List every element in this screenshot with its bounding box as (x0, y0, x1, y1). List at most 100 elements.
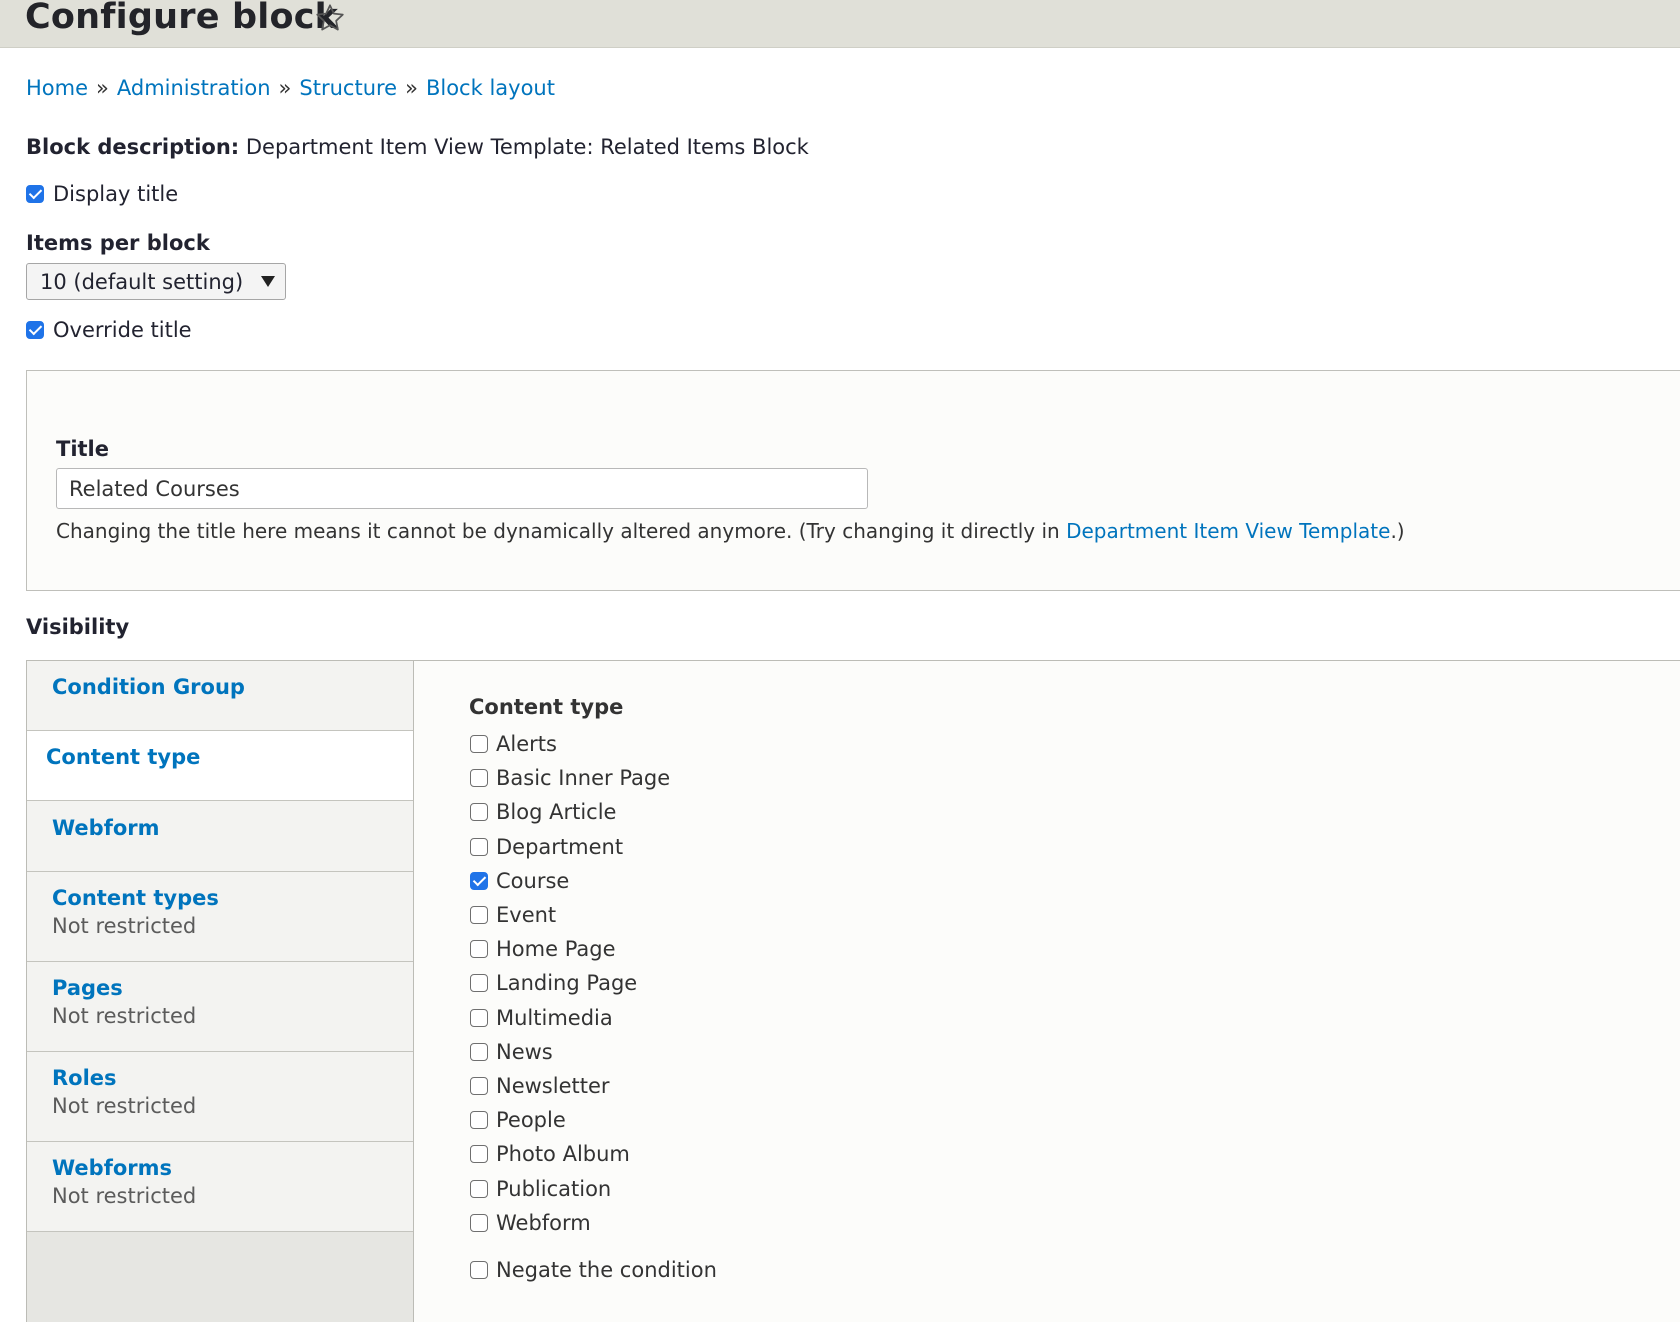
checkbox[interactable] (470, 974, 488, 993)
title-input-value: Related Courses (69, 476, 240, 501)
override-title-checkbox[interactable] (26, 321, 44, 339)
breadcrumb-separator: » (405, 76, 418, 100)
checkbox[interactable] (470, 735, 488, 754)
tab-title: Condition Group (52, 675, 245, 699)
content-type-options: Alerts Basic Inner Page Blog Article Dep… (470, 727, 670, 1240)
content-type-option[interactable]: Blog Article (470, 795, 670, 829)
checkbox[interactable] (470, 769, 488, 788)
content-type-option[interactable]: Basic Inner Page (470, 761, 670, 795)
tab-title: Content type (46, 745, 201, 769)
negate-condition-checkbox[interactable] (470, 1261, 488, 1279)
breadcrumb-administration[interactable]: Administration (117, 76, 271, 100)
checkbox[interactable] (470, 1042, 488, 1061)
tab-webforms[interactable]: Webforms Not restricted (27, 1142, 413, 1232)
option-label: News (496, 1039, 553, 1064)
tab-summary: Not restricted (52, 1004, 197, 1028)
display-title-option[interactable]: Display title (26, 182, 178, 206)
content-type-heading: Content type (469, 695, 624, 719)
help-text-link[interactable]: Department Item View Template (1066, 519, 1390, 543)
checkbox[interactable] (470, 837, 488, 856)
tab-webform[interactable]: Webform (27, 801, 413, 872)
breadcrumb-home[interactable]: Home (26, 76, 88, 100)
breadcrumb: Home » Administration » Structure » Block layo… (26, 76, 555, 100)
content-type-option[interactable]: Home Page (470, 932, 670, 966)
page-header: Configure block (0, 0, 1680, 48)
help-text-suffix: .) (1390, 519, 1405, 543)
tab-title: Pages (52, 976, 123, 1000)
checkbox[interactable] (470, 803, 488, 822)
title-help-text: Changing the title here means it cannot … (56, 519, 1405, 543)
block-description: Block description: Department Item View … (26, 135, 809, 159)
content-type-option[interactable]: Alerts (470, 727, 670, 761)
breadcrumb-separator: » (278, 76, 292, 100)
page-title: Configure block (25, 0, 339, 37)
items-per-block-label: Items per block (26, 231, 210, 255)
tab-summary: Not restricted (52, 1184, 197, 1208)
content-type-option[interactable]: Photo Album (470, 1137, 670, 1171)
tab-title: Webforms (52, 1156, 172, 1180)
content-type-option[interactable]: Multimedia (470, 1001, 670, 1035)
tab-title: Content types (52, 886, 219, 910)
block-description-label: Block description: (26, 135, 240, 159)
checkbox[interactable] (470, 1213, 488, 1232)
tab-summary: Not restricted (52, 1094, 197, 1118)
content-type-option[interactable]: Newsletter (470, 1069, 670, 1103)
tab-summary: Not restricted (52, 914, 197, 938)
option-label: Landing Page (496, 971, 638, 996)
option-label: Basic Inner Page (496, 766, 671, 791)
tab-roles[interactable]: Roles Not restricted (27, 1052, 413, 1142)
title-input[interactable]: Related Courses (56, 468, 868, 509)
content-type-option[interactable]: News (470, 1035, 670, 1069)
checkbox[interactable] (470, 1111, 488, 1130)
override-title-label: Override title (53, 318, 192, 342)
checkbox[interactable] (470, 940, 488, 959)
option-label: People (496, 1108, 566, 1133)
override-title-option[interactable]: Override title (26, 318, 192, 342)
checkbox[interactable] (470, 1179, 488, 1198)
checkbox[interactable] (470, 1145, 488, 1164)
star-icon[interactable] (314, 2, 346, 34)
content-type-option[interactable]: Landing Page (470, 966, 670, 1000)
content-type-option[interactable]: Department (470, 830, 670, 864)
content-type-option[interactable]: Course (470, 864, 670, 898)
content-type-option[interactable]: Webform (470, 1206, 670, 1240)
title-field-label: Title (56, 437, 110, 461)
visibility-vertical-tabs: Condition Group Content type Webform Con… (26, 660, 414, 1322)
tab-pages[interactable]: Pages Not restricted (27, 962, 413, 1052)
option-label: Course (496, 868, 570, 893)
option-label: Multimedia (496, 1005, 613, 1030)
checkbox[interactable] (470, 1008, 488, 1027)
option-label: Newsletter (496, 1073, 610, 1098)
items-per-block-value: 10 (default setting) (40, 269, 244, 294)
tab-title: Webform (52, 816, 160, 840)
negate-condition-label: Negate the condition (496, 1258, 717, 1282)
breadcrumb-structure[interactable]: Structure (299, 76, 397, 100)
option-label: Photo Album (496, 1142, 630, 1167)
checkbox[interactable] (470, 1076, 488, 1095)
checkbox[interactable] (470, 871, 488, 890)
content-type-option[interactable]: Event (470, 898, 670, 932)
checkbox[interactable] (470, 906, 488, 925)
display-title-checkbox[interactable] (26, 185, 44, 203)
option-label: Department (496, 834, 624, 859)
visibility-heading: Visibility (26, 615, 130, 639)
breadcrumb-block-layout[interactable]: Block layout (426, 76, 555, 100)
content-type-option[interactable]: People (470, 1103, 670, 1137)
option-label: Alerts (496, 732, 557, 757)
option-label: Publication (496, 1176, 612, 1201)
tab-content-types[interactable]: Content types Not restricted (27, 872, 413, 962)
help-text-prefix: Changing the title here means it cannot … (56, 519, 1067, 543)
negate-condition-option[interactable]: Negate the condition (470, 1258, 717, 1282)
display-title-label: Display title (53, 182, 179, 206)
option-label: Blog Article (496, 800, 617, 825)
breadcrumb-separator: » (96, 76, 109, 100)
tab-title: Roles (52, 1066, 117, 1090)
content-type-option[interactable]: Publication (470, 1171, 670, 1205)
tab-content-type[interactable]: Content type (27, 731, 413, 801)
option-label: Event (496, 903, 557, 928)
items-per-block-select[interactable]: 10 (default setting) (26, 263, 286, 300)
block-description-value: Department Item View Template: Related I… (245, 135, 809, 159)
option-label: Webform (496, 1210, 591, 1235)
option-label: Home Page (496, 937, 616, 962)
tab-condition-group[interactable]: Condition Group (27, 661, 413, 731)
